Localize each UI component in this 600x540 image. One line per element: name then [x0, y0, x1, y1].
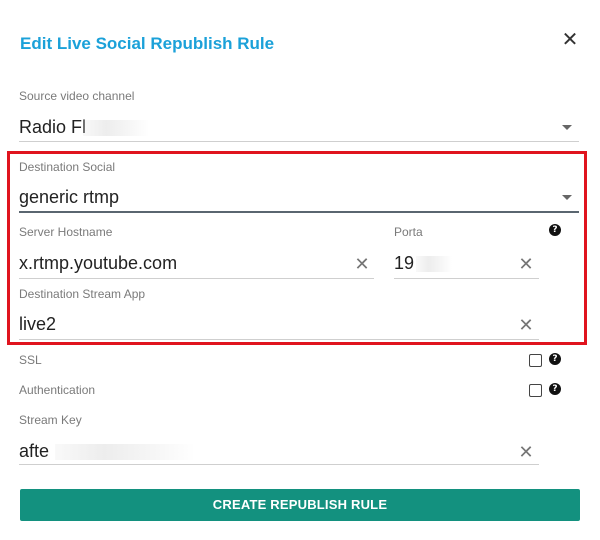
- clear-icon[interactable]: ✕: [517, 443, 535, 461]
- server-hostname-value: x.rtmp.youtube.com: [19, 253, 178, 273]
- authentication-label: Authentication: [19, 383, 96, 397]
- server-hostname-label: Server Hostname: [19, 225, 113, 239]
- stream-app-label: Destination Stream App: [19, 287, 146, 301]
- clear-icon[interactable]: ✕: [353, 255, 371, 273]
- porta-value: 19: [394, 253, 415, 273]
- redacted-blur: [55, 444, 195, 460]
- stream-key-input[interactable]: afte ✕: [19, 440, 539, 464]
- stream-app-input[interactable]: live2 ✕: [19, 313, 539, 337]
- destination-social-underline: [19, 211, 579, 213]
- help-icon[interactable]: ?: [549, 353, 561, 365]
- ssl-checkbox[interactable]: [529, 354, 542, 367]
- destination-social-label: Destination Social: [19, 160, 116, 174]
- help-icon[interactable]: ?: [549, 383, 561, 395]
- porta-underline: [394, 278, 539, 279]
- source-channel-label: Source video channel: [19, 89, 135, 103]
- redacted-blur: [83, 120, 149, 136]
- porta-input[interactable]: 19 ✕: [394, 252, 539, 276]
- chevron-down-icon: [562, 195, 572, 200]
- clear-icon[interactable]: ✕: [517, 316, 535, 334]
- redacted-blur: [416, 256, 452, 272]
- clear-icon[interactable]: ✕: [517, 255, 535, 273]
- help-icon[interactable]: ?: [549, 224, 561, 236]
- ssl-label: SSL: [19, 353, 42, 367]
- source-channel-value: Radio Fl: [19, 117, 87, 137]
- server-hostname-underline: [19, 278, 374, 279]
- source-channel-select[interactable]: Radio Fl: [19, 116, 579, 142]
- stream-key-underline: [19, 464, 539, 465]
- close-icon[interactable]: ✕: [560, 30, 580, 50]
- authentication-checkbox[interactable]: [529, 384, 542, 397]
- porta-label: Porta: [394, 225, 423, 239]
- destination-social-value: generic rtmp: [19, 187, 120, 207]
- dialog-title: Edit Live Social Republish Rule: [20, 34, 275, 53]
- source-channel-underline: [19, 141, 579, 142]
- server-hostname-input[interactable]: x.rtmp.youtube.com ✕: [19, 252, 374, 276]
- stream-key-value: afte: [19, 441, 50, 461]
- stream-key-label: Stream Key: [19, 413, 82, 427]
- chevron-down-icon: [562, 125, 572, 130]
- stream-app-underline: [19, 339, 539, 340]
- create-republish-rule-button[interactable]: CREATE REPUBLISH RULE: [20, 489, 580, 521]
- destination-social-select[interactable]: generic rtmp: [19, 186, 579, 210]
- stream-app-value: live2: [19, 314, 57, 334]
